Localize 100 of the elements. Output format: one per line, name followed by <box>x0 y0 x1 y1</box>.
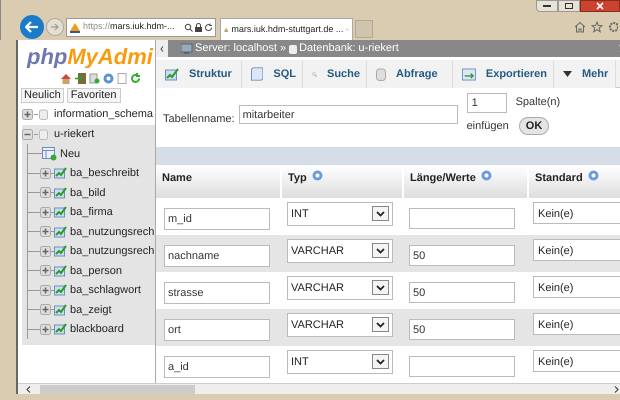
export-icon <box>462 68 476 80</box>
dropdown-button[interactable] <box>372 243 389 258</box>
column-name-field[interactable]: ort <box>164 319 270 341</box>
default-select[interactable]: Kein(e) <box>533 350 620 372</box>
column-name-field[interactable]: strasse <box>164 282 270 304</box>
database-link[interactable]: Datenbank: u-riekert <box>299 40 399 57</box>
expand-icon[interactable] <box>40 226 51 238</box>
document-icon <box>251 67 264 81</box>
collapse-icon[interactable] <box>22 129 33 140</box>
column-name-field[interactable]: a_id <box>164 356 270 378</box>
ok-button[interactable]: OK <box>518 117 550 135</box>
default-select[interactable]: Kein(e) <box>533 276 620 298</box>
add-label: einfügen <box>466 118 509 134</box>
database-item[interactable]: u-riekert <box>54 126 94 143</box>
collapse-button[interactable] <box>156 40 168 57</box>
dropdown-button[interactable] <box>372 280 389 295</box>
tab[interactable]: Suche <box>303 60 367 88</box>
chevron-icon <box>160 46 164 52</box>
server-link[interactable]: Server: localhost » <box>195 40 286 57</box>
type-select[interactable]: VARCHAR <box>287 313 393 337</box>
expand-icon[interactable] <box>40 206 51 218</box>
close-button[interactable] <box>580 0 620 12</box>
tab[interactable]: Struktur <box>156 60 242 88</box>
default-select[interactable]: Kein(e) <box>533 202 620 224</box>
help-icon[interactable] <box>480 170 492 181</box>
column-header: Länge/Werte <box>410 171 476 186</box>
table-item[interactable]: ba_nutzungsrech <box>70 224 154 240</box>
length-field[interactable]: 50 <box>409 244 515 266</box>
table-item[interactable]: blackboard <box>70 321 124 338</box>
column-count-field[interactable]: 1 <box>466 93 507 113</box>
tab[interactable]: Abfrage <box>367 60 453 88</box>
refresh-icon[interactable] <box>204 22 213 32</box>
table-item[interactable]: ba_person <box>70 262 122 279</box>
minimize-button[interactable] <box>536 0 558 12</box>
type-select[interactable]: INT <box>287 350 393 374</box>
back-button[interactable] <box>20 15 44 39</box>
default-select[interactable]: Kein(e) <box>533 239 620 261</box>
table-icon <box>54 206 67 218</box>
tab[interactable]: SQL <box>242 60 303 88</box>
site-logo-icon <box>69 22 81 32</box>
settings-icon[interactable] <box>608 21 618 33</box>
server-icon <box>181 43 194 54</box>
home-icon[interactable] <box>574 21 586 33</box>
help-icon[interactable] <box>588 170 599 181</box>
expand-icon[interactable] <box>40 246 51 257</box>
table-item[interactable]: ba_schlagwort <box>70 282 141 298</box>
close-icon <box>596 2 604 10</box>
table-item[interactable]: ba_firma <box>70 204 113 220</box>
recent-button[interactable]: Neulich <box>21 88 64 103</box>
dropdown-button[interactable] <box>372 206 389 221</box>
new-table-link[interactable]: Neu <box>60 146 80 162</box>
document-icon[interactable] <box>117 72 127 84</box>
expand-icon[interactable] <box>40 284 51 296</box>
search-icon[interactable] <box>184 22 193 32</box>
expand-icon[interactable] <box>40 168 51 179</box>
home-icon[interactable] <box>60 72 72 84</box>
favorites-button[interactable]: Favoriten <box>66 88 121 103</box>
browser-tab[interactable]: mars.iuk.hdm-stuttgart.de ... <box>220 18 353 40</box>
dropdown-button[interactable] <box>372 317 389 332</box>
table-item[interactable]: ba_bild <box>70 184 106 201</box>
expand-icon[interactable] <box>40 265 51 276</box>
tab[interactable]: Exportieren <box>453 60 554 88</box>
length-field[interactable] <box>409 208 515 228</box>
dropdown-button[interactable] <box>372 354 389 369</box>
expand-icon[interactable] <box>40 324 51 335</box>
type-select[interactable]: INT <box>287 202 393 226</box>
table-item[interactable]: ba_zeigt <box>70 302 112 318</box>
type-select[interactable]: VARCHAR <box>287 276 393 300</box>
help-icon[interactable] <box>312 170 323 181</box>
default-select[interactable]: Kein(e) <box>533 313 620 335</box>
tab[interactable]: Mehr <box>554 60 616 88</box>
reload-icon[interactable] <box>130 72 141 84</box>
expand-icon[interactable] <box>22 109 33 120</box>
table-icon <box>54 186 67 199</box>
horizontal-scrollbar[interactable] <box>18 383 620 394</box>
scroll-left-icon[interactable] <box>26 386 31 392</box>
table-item[interactable]: ba_beschreibt <box>70 165 140 182</box>
address-bar[interactable]: https://mars.iuk.hdm-... <box>66 18 216 36</box>
table-item[interactable]: ba_nutzungsrech <box>70 243 154 260</box>
lock-icon <box>195 22 202 32</box>
expand-icon[interactable] <box>40 187 51 198</box>
length-field[interactable] <box>409 356 515 376</box>
star-icon[interactable] <box>591 21 603 33</box>
arrow-icon <box>25 21 39 33</box>
column-header: Typ <box>288 171 307 186</box>
maximize-button[interactable] <box>558 0 580 12</box>
database-item[interactable]: information_schema <box>54 106 154 123</box>
column-name-field[interactable]: m_id <box>164 208 270 230</box>
column-name-field[interactable]: nachname <box>164 245 270 267</box>
expand-icon[interactable] <box>40 304 51 316</box>
exit-icon[interactable] <box>75 72 86 84</box>
table-icon <box>54 167 67 180</box>
caret-icon <box>563 71 572 77</box>
type-select[interactable]: VARCHAR <box>287 239 393 263</box>
help-icon[interactable] <box>103 72 114 84</box>
table-name-field[interactable]: mitarbeiter <box>238 105 458 124</box>
length-field[interactable]: 50 <box>409 318 515 340</box>
address-text: https://mars.iuk.hdm-... <box>83 20 175 34</box>
scroll-right-icon[interactable] <box>614 386 619 392</box>
length-field[interactable]: 50 <box>409 282 515 302</box>
